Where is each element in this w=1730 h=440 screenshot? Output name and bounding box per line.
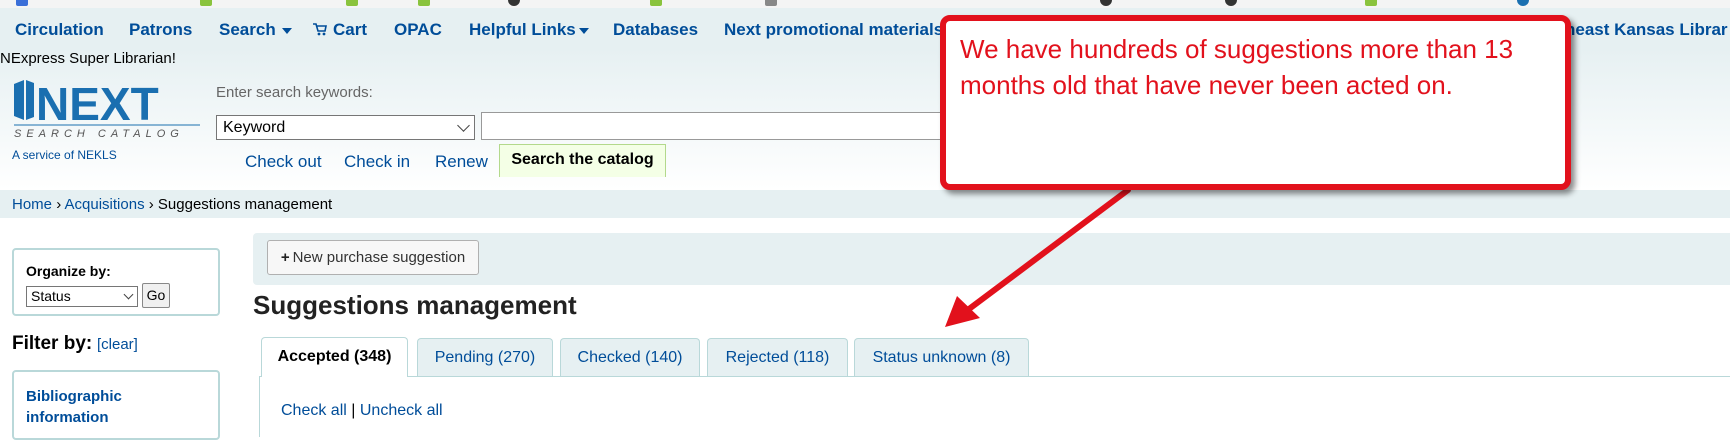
bookmark-icon[interactable] [346, 0, 358, 6]
check-all-link[interactable]: Check all [281, 402, 347, 419]
nav-helpful-links-label: Helpful Links [469, 20, 576, 39]
clear-filters-link[interactable]: [clear] [97, 336, 138, 353]
annotation-callout: We have hundreds of suggestions more tha… [940, 15, 1571, 190]
new-purchase-suggestion-label: New purchase suggestion [292, 249, 466, 266]
nav-circulation[interactable]: Circulation [15, 20, 104, 40]
breadcrumb: Home › Acquisitions › Suggestions manage… [0, 190, 1730, 218]
bookmarks-strip [0, 0, 1730, 8]
search-index-value: Keyword [223, 119, 286, 136]
tab-check-out[interactable]: Check out [245, 152, 322, 172]
bibliographic-filter-panel: Bibliographic information [12, 370, 220, 440]
logged-in-user[interactable]: NExpress Super Librarian! [0, 50, 176, 67]
filter-label: Filter by: [12, 333, 93, 354]
organize-select-value: Status [31, 288, 71, 304]
cart-icon [313, 23, 327, 36]
annotation-text: We have hundreds of suggestions more tha… [960, 34, 1514, 100]
nav-helpful-links[interactable]: Helpful Links [469, 20, 589, 40]
breadcrumb-separator: › [56, 196, 62, 213]
page-title: Suggestions management [253, 290, 577, 320]
chevron-down-icon [123, 289, 134, 300]
check-links-separator: | [351, 402, 356, 419]
nav-promotional-materials[interactable]: Next promotional materials [724, 20, 943, 40]
uncheck-all-link[interactable]: Uncheck all [360, 402, 443, 419]
bookmark-icon[interactable] [765, 0, 777, 6]
bookmark-icon[interactable] [1365, 0, 1377, 6]
breadcrumb-current: Suggestions management [157, 196, 333, 213]
plus-icon: + [280, 249, 290, 266]
bookmark-icon[interactable] [1225, 0, 1237, 6]
nav-databases[interactable]: Databases [613, 20, 698, 40]
tab-status-unknown[interactable]: Status unknown (8) [854, 338, 1029, 376]
tab-rejected[interactable]: Rejected (118) [707, 338, 848, 376]
tab-search-catalog[interactable]: Search the catalog [499, 144, 666, 177]
logo-text: NEXT [36, 80, 159, 130]
bookmark-icon[interactable] [200, 0, 212, 6]
tab-pending[interactable]: Pending (270) [417, 338, 553, 376]
breadcrumb-acquisitions[interactable]: Acquisitions [65, 196, 145, 213]
nav-cart[interactable]: Cart [313, 20, 367, 40]
next-logo[interactable]: NEXT SEARCH CATALOG [12, 80, 202, 142]
logo-subtitle: SEARCH CATALOG [14, 128, 184, 140]
nav-cart-label: Cart [333, 20, 368, 39]
search-index-select[interactable]: Keyword [216, 115, 475, 140]
bookmark-icon[interactable] [1100, 0, 1112, 6]
check-links: Check all | Uncheck all [281, 402, 443, 420]
organize-panel: Organize by: Status Go [12, 248, 220, 316]
bookmark-icon[interactable] [16, 0, 28, 6]
tab-check-in[interactable]: Check in [344, 152, 410, 172]
bibliographic-info-toggle[interactable]: Bibliographic information [26, 386, 166, 428]
nav-search[interactable]: Search [219, 20, 292, 40]
nav-library-link[interactable]: heast Kansas Librar [1565, 20, 1728, 40]
go-button[interactable]: Go [142, 283, 170, 308]
chevron-down-icon [281, 27, 292, 34]
tab-renew[interactable]: Renew [435, 152, 488, 172]
tab-accepted[interactable]: Accepted (348) [261, 337, 408, 377]
toolbar: + New purchase suggestion [253, 233, 1730, 285]
nav-patrons[interactable]: Patrons [129, 20, 192, 40]
search-input[interactable] [481, 112, 941, 140]
bookmark-icon[interactable] [1517, 0, 1529, 6]
breadcrumb-home[interactable]: Home [12, 196, 52, 213]
bookmark-icon[interactable] [418, 0, 430, 6]
nav-opac[interactable]: OPAC [394, 20, 442, 40]
chevron-down-icon [457, 119, 470, 132]
organize-select[interactable]: Status [26, 286, 138, 307]
tab-checked[interactable]: Checked (140) [560, 338, 700, 376]
search-label: Enter search keywords: [216, 84, 373, 101]
bookmark-icon[interactable] [508, 0, 520, 6]
service-text: A service of NEKLS [12, 148, 117, 162]
chevron-down-icon [578, 27, 589, 34]
organize-label: Organize by: [26, 263, 111, 279]
new-purchase-suggestion-button[interactable]: + New purchase suggestion [267, 240, 479, 275]
nav-search-label: Search [219, 20, 276, 39]
tab-content-panel [259, 377, 1730, 437]
bookmark-icon[interactable] [650, 0, 662, 6]
breadcrumb-separator: › [148, 196, 154, 213]
